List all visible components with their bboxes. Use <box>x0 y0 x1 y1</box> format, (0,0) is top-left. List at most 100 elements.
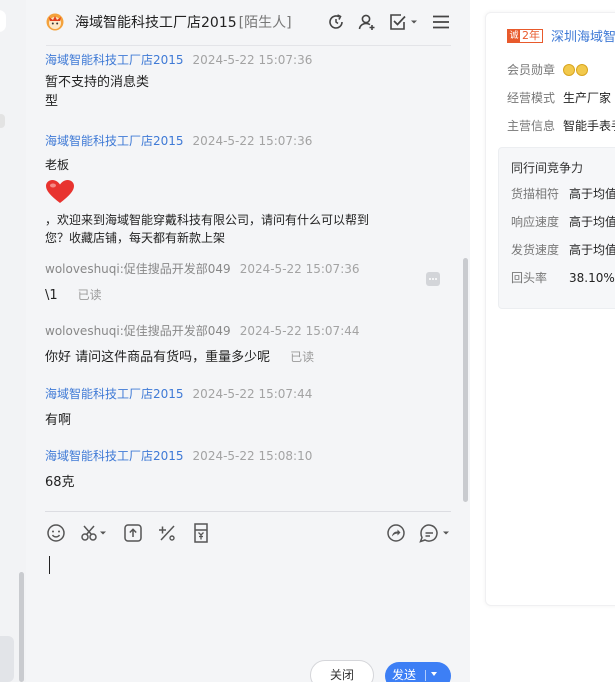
message-body-line: ，欢迎来到海域智能穿戴科技有限公司，请问有什么可以帮到 <box>45 213 370 227</box>
message-sender[interactable]: 海域智能科技工厂店2015 <box>45 449 184 463</box>
message-item: 海域智能科技工厂店2015 2024-5-22 15:07:44 有啊 <box>45 385 445 430</box>
chat-title: 海域智能科技工厂店2015 [陌生人] <box>75 12 292 32</box>
message-item: woloveshuqi:促佳搜品开发部049 2024-5-22 15:07:36… <box>45 260 445 305</box>
message-text: 老板 <box>45 158 70 172</box>
compete-row: 响应速度 高于均值 <box>511 213 615 230</box>
message-meta: 海域智能科技工厂店2015 2024-5-22 15:08:10 <box>45 447 445 465</box>
compete-label: 发货速度 <box>511 243 560 257</box>
message-meta: woloveshuqi:促佳搜品开发部049 2024-5-22 15:07:36 <box>45 260 445 278</box>
message-time: 2024-5-22 15:08:10 <box>192 449 313 463</box>
compete-row: 发货速度 高于均值 <box>511 241 615 258</box>
emoji-icon[interactable] <box>45 521 67 545</box>
message-text-line: 暂不支持的消息类 <box>45 75 150 90</box>
message-meta: 海域智能科技工厂店2015 2024-5-22 15:07:36 <box>45 132 445 150</box>
message-sender[interactable]: 海域智能科技工厂店2015 <box>45 53 184 67</box>
read-status: 已读 <box>290 350 315 364</box>
info-row-value: 智能手表手 <box>563 119 615 133</box>
upload-icon[interactable] <box>122 521 144 545</box>
message-meta: 海域智能科技工厂店2015 2024-5-22 15:07:44 <box>45 385 445 403</box>
app-window: 海域智能科技工厂店2015 [陌生人] 海域智能科技工厂店2015 2024-5… <box>0 0 615 682</box>
compete-value: 高于均值 <box>569 243 615 257</box>
info-row-main-business: 主营信息智能手表手 <box>507 117 615 134</box>
message-text: 你好 请问这件商品有货吗，重量多少呢 已读 <box>45 348 445 367</box>
info-row-label: 会员勋章 <box>507 63 556 77</box>
refresh-icon[interactable] <box>325 11 347 33</box>
info-row-business-mode: 经营模式 生产厂家 <box>507 89 611 106</box>
scissors-icon[interactable] <box>79 521 109 545</box>
years-badge: 诚 2年 <box>507 29 543 43</box>
membership-icon: 诚 <box>508 30 520 42</box>
task-check-icon[interactable] <box>387 11 421 33</box>
message-body: ，欢迎来到海域智能穿戴科技有限公司，请问有什么可以帮到 您？收藏店铺，每天都有新… <box>45 211 445 247</box>
message-time: 2024-5-22 15:07:44 <box>239 324 360 338</box>
chat-panel: 海域智能科技工厂店2015 [陌生人] 海域智能科技工厂店2015 2024-5… <box>26 0 470 682</box>
message-time: 2024-5-22 15:07:44 <box>192 387 313 401</box>
message-time: 2024-5-22 15:07:36 <box>192 53 313 67</box>
message-text-line: 型 <box>45 94 59 109</box>
message-item: 海域智能科技工厂店2015 2024-5-22 15:08:10 68克 <box>45 447 445 492</box>
medal-icon <box>563 64 575 76</box>
conversation-avatar-fragment <box>0 10 6 32</box>
message-item: 海域智能科技工厂店2015 2024-5-22 15:07:36 暂不支持的消息类… <box>45 51 445 111</box>
info-row-medal: 会员勋章 <box>507 61 589 78</box>
shop-name-link[interactable]: 深圳海域智 <box>551 26 615 45</box>
message-text: \1 已读 <box>45 286 445 305</box>
compete-label: 响应速度 <box>511 215 560 229</box>
compete-value: 高于均值 <box>569 187 615 201</box>
medal-icon <box>576 64 588 76</box>
send-button-divider <box>425 670 426 681</box>
compete-value: 38.10% <box>569 271 615 285</box>
share-icon[interactable] <box>385 521 407 545</box>
message-meta: 海域智能科技工厂店2015 2024-5-22 15:07:36 <box>45 51 445 69</box>
message-list-scrollbar[interactable] <box>463 258 468 502</box>
compete-row: 回头率 38.10% <box>511 269 615 286</box>
info-row-value: 生产厂家 <box>563 91 612 105</box>
compete-value: 高于均值 <box>569 215 615 229</box>
send-button[interactable]: 发送 <box>385 662 451 682</box>
membership-years: 2年 <box>522 29 540 42</box>
message-more-button[interactable] <box>426 272 440 286</box>
stranger-tag: [陌生人] <box>238 15 292 31</box>
percent-icon[interactable] <box>156 521 178 545</box>
message-body-line: 您？收藏店铺，每天都有新款上架 <box>45 231 226 245</box>
shop-info-panel: 诚 2年 深圳海域智 会员勋章 经营模式生产厂家 主营信息智能手表手 同行间竞争… <box>485 12 615 606</box>
send-button-label: 发送 <box>392 668 417 682</box>
read-status: 已读 <box>77 288 102 302</box>
heart-emoji-icon <box>46 180 74 203</box>
competitiveness-card: 同行间竞争力 货描相符 高于均值 响应速度 高于均值 发货速度 高于均值 回头率 38.… <box>498 147 615 309</box>
message-item: woloveshuqi:促佳搜品开发部049 2024-5-22 15:07:44… <box>45 322 445 367</box>
input-divider <box>45 511 451 512</box>
chat-contact-name: 海域智能科技工厂店2015 <box>75 15 237 31</box>
compete-label: 回头率 <box>511 271 548 285</box>
info-row-label: 主营信息 <box>507 119 556 133</box>
conversation-list-scrollbar[interactable] <box>19 572 24 682</box>
compete-row: 货描相符 高于均值 <box>511 185 615 202</box>
message-input-caret[interactable] <box>49 556 50 574</box>
unread-dot-fragment <box>0 114 5 128</box>
message-time: 2024-5-22 15:07:36 <box>239 262 360 276</box>
conversation-list-strip <box>0 0 26 682</box>
competitiveness-title: 同行间竞争力 <box>511 161 584 175</box>
compete-label: 货描相符 <box>511 187 560 201</box>
add-contact-icon[interactable] <box>356 11 378 33</box>
selected-conversation-fragment[interactable] <box>0 636 14 682</box>
message-sender[interactable]: woloveshuqi:促佳搜品开发部049 <box>45 262 231 276</box>
shop-avatar-icon <box>46 13 64 31</box>
message-text: 有啊 <box>45 413 72 428</box>
message-text: 暂不支持的消息类 型 <box>45 73 445 111</box>
chat-header: 海域智能科技工厂店2015 [陌生人] <box>26 0 470 44</box>
info-row-label: 经营模式 <box>507 91 556 105</box>
chevron-down-icon[interactable] <box>431 672 437 676</box>
message-sender[interactable]: 海域智能科技工厂店2015 <box>45 387 184 401</box>
message-list[interactable]: 海域智能科技工厂店2015 2024-5-22 15:07:36 暂不支持的消息类… <box>26 46 470 510</box>
message-text-content: \1 <box>45 288 58 303</box>
quick-reply-icon[interactable] <box>417 521 451 545</box>
message-sender[interactable]: woloveshuqi:促佳搜品开发部049 <box>45 324 231 338</box>
message-sender[interactable]: 海域智能科技工厂店2015 <box>45 134 184 148</box>
message-time: 2024-5-22 15:07:36 <box>192 134 313 148</box>
message-text: 68克 <box>45 475 75 490</box>
coupon-icon[interactable] <box>190 521 212 545</box>
menu-icon[interactable] <box>430 11 452 33</box>
message-text-content: 你好 请问这件商品有货吗，重量多少呢 <box>45 350 271 365</box>
close-button[interactable]: 关闭 <box>310 660 374 682</box>
